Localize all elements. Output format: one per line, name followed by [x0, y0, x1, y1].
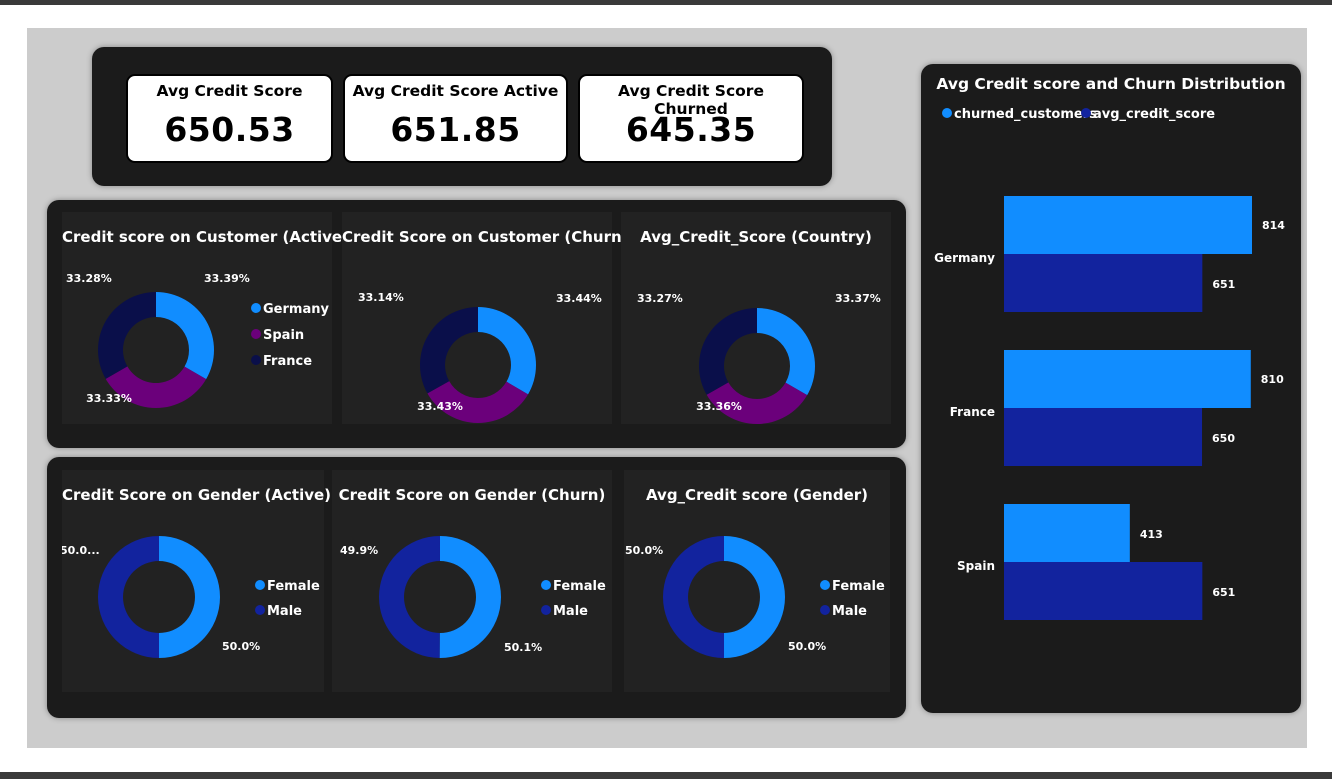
- donut-card-active-country[interactable]: Credit score on Customer (Active) 33.39%…: [62, 212, 349, 424]
- category-label: France: [950, 405, 995, 419]
- donut-data-label: 50.1%: [504, 641, 542, 654]
- bar-avg-credit-score[interactable]: [1004, 562, 1203, 620]
- kpi-value: 651.85: [390, 110, 521, 149]
- category-label: Germany: [934, 251, 995, 265]
- donut-data-label: 33.36%: [696, 400, 742, 413]
- legend-marker-icon: [541, 580, 551, 590]
- donut-card-avg-country[interactable]: Avg_Credit_Score (Country) 33.37% 33.36% 3…: [621, 212, 891, 424]
- donut-slice-france[interactable]: [98, 292, 156, 379]
- bar-data-label: 651: [1212, 586, 1235, 599]
- legend-marker-icon: [251, 303, 261, 313]
- donut-data-label: 33.33%: [86, 392, 132, 405]
- legend-label: Male: [553, 604, 588, 619]
- legend-marker-icon: [251, 355, 261, 365]
- kpi-card-avg-credit-score[interactable]: Avg Credit Score 650.53: [126, 74, 333, 163]
- donut-chart: 50.0% 50.0% Female Male: [625, 536, 885, 658]
- donut-slice-female[interactable]: [439, 536, 502, 658]
- donut-card-avg-gender[interactable]: Avg_Credit score (Gender) 50.0% 50.0% Fema…: [624, 470, 890, 692]
- donut-data-label: 33.44%: [556, 292, 602, 305]
- donut-data-label: 50.0%: [788, 640, 826, 653]
- window-bottom-border: [0, 772, 1332, 779]
- donut-card-churn-gender[interactable]: Credit Score on Gender (Churn) 50.1% 49.9…: [332, 470, 612, 692]
- legend-marker-icon: [820, 580, 830, 590]
- legend-label: Female: [553, 579, 606, 594]
- bar-churned-customers[interactable]: [1004, 350, 1251, 408]
- donut-data-label: 33.27%: [637, 292, 683, 305]
- donut-slice-germany[interactable]: [757, 308, 815, 396]
- window-top-border: [0, 0, 1332, 5]
- legend-marker-icon: [255, 580, 265, 590]
- bar-data-label: 413: [1140, 528, 1163, 541]
- donut-slice-female[interactable]: [724, 536, 786, 658]
- donut-data-label: 33.37%: [835, 292, 881, 305]
- donut-slice-male[interactable]: [379, 536, 440, 658]
- bar-churned-customers[interactable]: [1004, 504, 1130, 562]
- donut-card-active-gender[interactable]: Credit Score on Gender (Active) 50.0% 50.…: [62, 470, 331, 692]
- legend-marker-icon: [541, 605, 551, 615]
- bar-data-label: 810: [1261, 373, 1284, 386]
- donut-slice-male[interactable]: [97, 536, 159, 658]
- donut-chart: 33.44% 33.43% 33.14%: [358, 291, 602, 423]
- donut-data-label: 50.0%: [222, 640, 260, 653]
- kpi-value: 645.35: [625, 110, 757, 149]
- bar-churned-customers[interactable]: [1004, 196, 1252, 254]
- kpi-value: 650.53: [164, 110, 295, 149]
- donut-data-label: 50.0...: [62, 544, 100, 557]
- donut-chart: 33.37% 33.36% 33.27%: [637, 292, 881, 424]
- donut-slice-france[interactable]: [699, 308, 757, 395]
- legend-label: Female: [832, 579, 885, 594]
- legend-marker-icon: [942, 108, 952, 118]
- donut-slice-germany[interactable]: [478, 307, 536, 395]
- legend-label: Germany: [263, 302, 329, 317]
- bar-data-label: 650: [1212, 432, 1235, 445]
- bar-avg-credit-score[interactable]: [1004, 408, 1203, 466]
- donut-data-label: 33.14%: [358, 291, 404, 304]
- bar-chart: churned_customersavg_credit_score Germany…: [934, 107, 1285, 620]
- legend-marker-icon: [1081, 108, 1091, 118]
- donut-slice-germany[interactable]: [156, 292, 214, 380]
- legend-label: Male: [267, 604, 302, 619]
- bar-avg-credit-score[interactable]: [1004, 254, 1203, 312]
- legend-label: avg_credit_score: [1093, 107, 1215, 122]
- kpi-title: Avg Credit Score: [156, 82, 303, 100]
- legend-label: churned_customers: [954, 107, 1097, 122]
- legend-label: Female: [267, 579, 320, 594]
- donut-data-label: 49.9%: [340, 544, 378, 557]
- legend-marker-icon: [255, 605, 265, 615]
- bar-data-label: 651: [1212, 278, 1235, 291]
- legend-label: France: [263, 354, 312, 369]
- donut-data-label: 50.0%: [625, 544, 663, 557]
- donut-chart: 50.1% 49.9% Female Male: [340, 536, 606, 658]
- donut-slice-male[interactable]: [662, 536, 724, 658]
- kpi-card-avg-credit-score-active[interactable]: Avg Credit Score Active 651.85: [343, 74, 568, 163]
- donut-slice-france[interactable]: [420, 307, 478, 394]
- bar-chart-panel[interactable]: Avg Credit score and Churn Distribution …: [921, 64, 1301, 713]
- donut-card-churn-country[interactable]: Credit Score on Customer (Churn) 33.44% 3…: [342, 212, 629, 424]
- legend-marker-icon: [820, 605, 830, 615]
- kpi-title: Avg Credit Score Active: [352, 82, 559, 100]
- legend-label: Spain: [263, 328, 304, 343]
- donut-data-label: 33.43%: [417, 400, 463, 413]
- donut-chart: 50.0% 50.0... Female Male: [62, 536, 320, 658]
- category-label: Spain: [957, 559, 995, 573]
- donut-chart: 33.39% 33.33% 33.28% Germany Spain France: [66, 272, 329, 408]
- donut-slice-female[interactable]: [159, 536, 221, 658]
- bar-data-label: 814: [1262, 219, 1285, 232]
- donut-data-label: 33.39%: [204, 272, 250, 285]
- legend-label: Male: [832, 604, 867, 619]
- legend-marker-icon: [251, 329, 261, 339]
- kpi-card-avg-credit-score-churned[interactable]: Avg Credit Score Churned 645.35: [578, 74, 804, 163]
- donut-data-label: 33.28%: [66, 272, 112, 285]
